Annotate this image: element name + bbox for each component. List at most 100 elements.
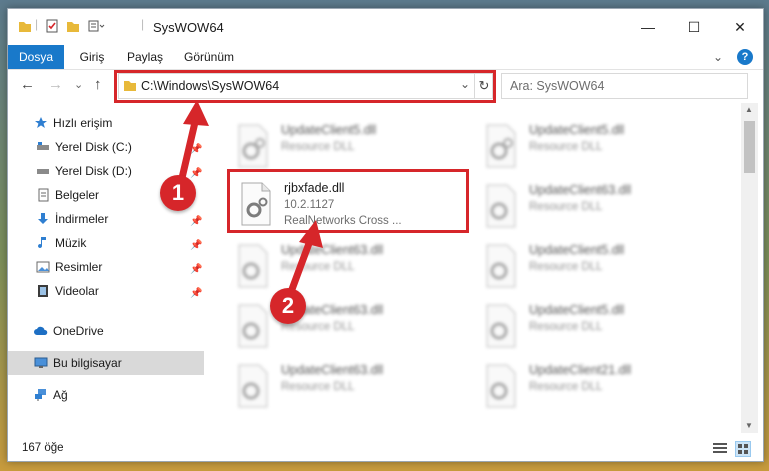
sidebar-item-quick-access[interactable]: Hızlı erişim: [8, 111, 204, 135]
separator: |: [35, 17, 39, 31]
sidebar-item-label: Yerel Disk (C:): [55, 140, 132, 154]
file-name: UpdateClient63.dll: [281, 363, 384, 377]
file-tile[interactable]: UpdateClient5.dll Resource DLL: [481, 299, 721, 357]
sidebar-item-label: Resimler: [55, 260, 103, 274]
sidebar-item-label: OneDrive: [53, 324, 104, 338]
pictures-icon: [36, 261, 50, 273]
documents-icon: [38, 188, 49, 202]
file-type: Resource DLL: [281, 381, 355, 393]
tab-file[interactable]: Dosya: [8, 45, 64, 69]
dll-file-icon: [238, 304, 268, 348]
sidebar-item-label: Videolar: [55, 284, 99, 298]
sidebar-item-label: Bu bilgisayar: [53, 356, 122, 370]
file-tile[interactable]: UpdateClient63.dll Resource DLL: [481, 179, 721, 237]
search-input[interactable]: Ara: SysWOW64: [510, 79, 604, 93]
status-bar: 167 öğe: [8, 437, 763, 461]
properties-icon[interactable]: [45, 19, 59, 33]
file-name: UpdateClient63.dll: [529, 183, 632, 197]
dll-file-icon: [238, 124, 268, 168]
file-tile[interactable]: UpdateClient5.dll Resource DLL: [481, 239, 721, 297]
dll-file-icon: [486, 124, 516, 168]
file-tile[interactable]: UpdateClient63.dll Resource DLL: [233, 239, 473, 297]
separator: |: [141, 17, 145, 31]
file-tile[interactable]: UpdateClient21.dll Resource DLL: [481, 359, 721, 417]
sidebar-item-music[interactable]: Müzik 📌: [8, 231, 204, 255]
file-type: Resource DLL: [529, 321, 603, 333]
file-name: UpdateClient5.dll: [529, 123, 625, 137]
sidebar-item-onedrive[interactable]: OneDrive: [8, 319, 204, 343]
sidebar-item-videos[interactable]: Videolar 📌: [8, 279, 204, 303]
close-button[interactable]: ✕: [717, 9, 763, 45]
sidebar-item-this-pc[interactable]: Bu bilgisayar: [8, 351, 204, 375]
scrollbar-thumb[interactable]: [744, 121, 755, 173]
minimize-button[interactable]: —: [625, 9, 671, 45]
drive-icon: [37, 169, 49, 174]
window-title: SysWOW64: [153, 20, 224, 35]
sidebar-item-label: İndirmeler: [55, 212, 109, 226]
sidebar-item-local-disk-c[interactable]: Yerel Disk (C:) 📌: [8, 135, 204, 159]
step-badge-1: 1: [160, 175, 196, 211]
tab-view[interactable]: Görünüm: [176, 45, 242, 69]
dll-file-icon: [238, 244, 268, 288]
maximize-button[interactable]: ☐: [671, 9, 717, 45]
address-bar-highlight: [114, 70, 496, 103]
file-tile[interactable]: UpdateClient63.dll Resource DLL: [233, 299, 473, 357]
dll-file-icon: [238, 364, 268, 408]
ribbon-expand-button[interactable]: ⌄: [708, 45, 728, 69]
folder-icon[interactable]: [18, 19, 32, 33]
vertical-scrollbar[interactable]: ▲ ▼: [741, 103, 758, 433]
step-badge-2: 2: [270, 288, 306, 324]
dll-file-icon: [486, 364, 516, 408]
file-name: UpdateClient5.dll: [529, 243, 625, 257]
customize-toolbar-icon[interactable]: [88, 19, 106, 33]
details-view-icon[interactable]: [713, 443, 727, 455]
file-type: Resource DLL: [529, 381, 603, 393]
star-icon: [35, 117, 47, 128]
sidebar-item-label: Hızlı erişim: [53, 116, 113, 130]
help-button[interactable]: ?: [737, 49, 753, 65]
item-count: 167 öğe: [22, 442, 64, 454]
file-type: Resource DLL: [529, 201, 603, 213]
dll-file-icon: [486, 184, 516, 228]
file-name: UpdateClient5.dll: [281, 123, 377, 137]
file-type: Resource DLL: [529, 141, 603, 153]
computer-icon: [34, 357, 48, 368]
file-type: Resource DLL: [529, 261, 603, 273]
file-name: UpdateClient63.dll: [281, 243, 384, 257]
sidebar-item-pictures[interactable]: Resimler 📌: [8, 255, 204, 279]
dll-file-icon: [486, 244, 516, 288]
sidebar-item-network[interactable]: Ağ: [8, 383, 204, 407]
recent-locations-button[interactable]: ⌄: [74, 78, 83, 91]
scroll-up-icon[interactable]: ▲: [745, 105, 753, 114]
videos-icon: [38, 285, 48, 297]
file-type: Resource DLL: [281, 141, 355, 153]
file-type: Resource DLL: [281, 261, 355, 273]
tab-home[interactable]: Giriş: [68, 45, 116, 69]
navigation-pane: Hızlı erişim Yerel Disk (C:) 📌 Yerel Dis…: [8, 103, 208, 433]
sidebar-item-label: Müzik: [55, 236, 87, 250]
drive-icon: [37, 142, 49, 150]
up-button[interactable]: ↑: [94, 76, 102, 93]
file-name: UpdateClient5.dll: [529, 303, 625, 317]
file-name: UpdateClient21.dll: [529, 363, 632, 377]
downloads-icon: [38, 213, 48, 224]
dll-file-icon: [486, 304, 516, 348]
scroll-down-icon[interactable]: ▼: [745, 421, 753, 430]
tiles-view-icon[interactable]: [735, 441, 751, 457]
sidebar-item-label: Yerel Disk (D:): [55, 164, 132, 178]
sidebar-item-label: Belgeler: [55, 188, 100, 202]
new-folder-icon[interactable]: [66, 19, 80, 33]
sidebar-item-label: Ağ: [53, 388, 68, 402]
title-bar: | | SysWOW64 — ☐ ✕: [8, 9, 763, 45]
tab-share[interactable]: Paylaş: [120, 45, 170, 69]
file-list: UpdateClient5.dll Resource DLL UpdateCli…: [213, 103, 741, 433]
file-tile[interactable]: UpdateClient63.dll Resource DLL: [233, 359, 473, 417]
pin-icon[interactable]: 📌: [190, 282, 202, 306]
back-button[interactable]: ←: [20, 76, 35, 93]
cloud-icon: [34, 326, 48, 335]
search-box[interactable]: Ara: SysWOW64: [501, 73, 748, 99]
forward-button[interactable]: →: [48, 76, 63, 93]
file-tile[interactable]: UpdateClient5.dll Resource DLL: [481, 119, 721, 177]
ribbon: Dosya Giriş Paylaş Görünüm ⌄ ?: [8, 45, 763, 70]
music-icon: [38, 237, 46, 249]
